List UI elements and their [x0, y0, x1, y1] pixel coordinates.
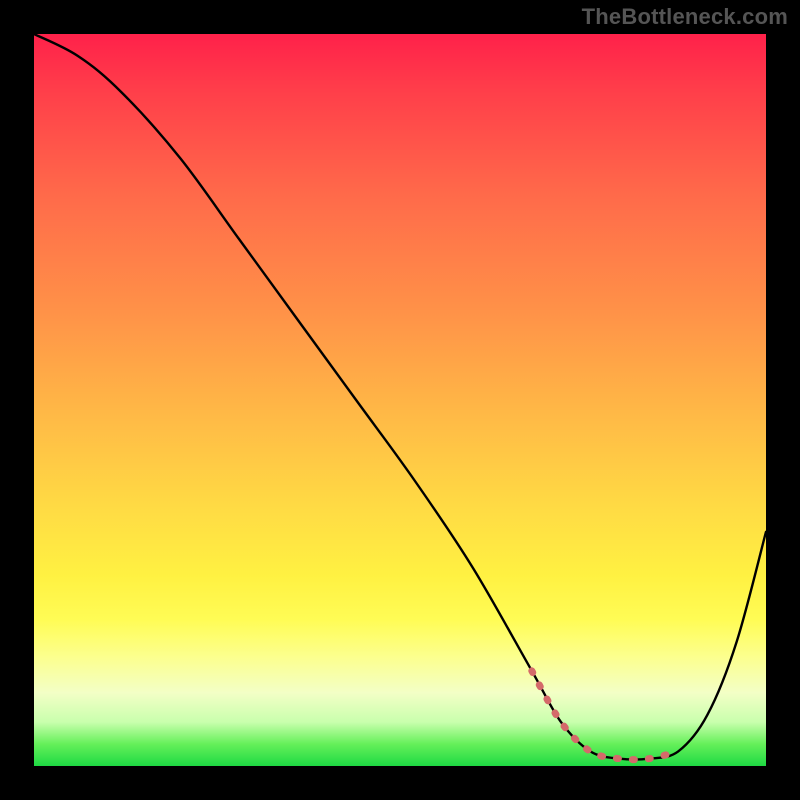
- watermark-text: TheBottleneck.com: [582, 4, 788, 30]
- bottleneck-curve: [34, 34, 766, 760]
- plot-area: [34, 34, 766, 766]
- chart-frame: TheBottleneck.com: [0, 0, 800, 800]
- flat-bottom-markers: [532, 671, 678, 760]
- curve-overlay: [34, 34, 766, 766]
